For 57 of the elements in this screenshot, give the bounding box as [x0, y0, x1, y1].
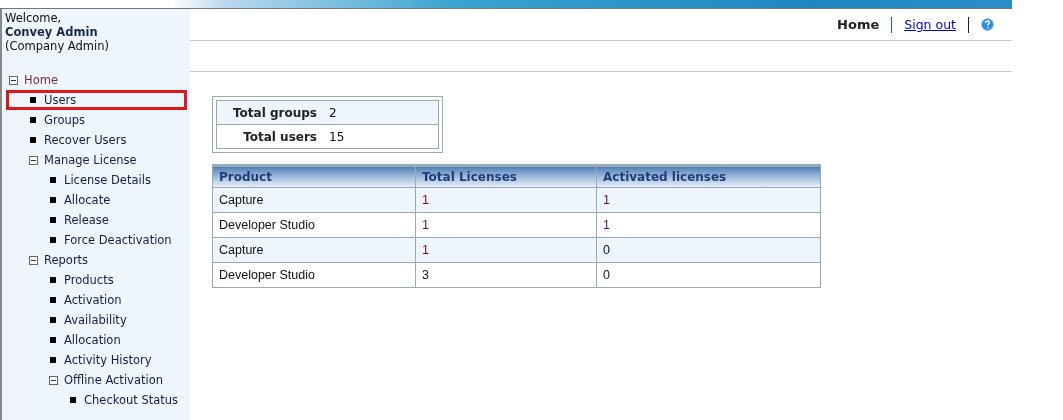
bullet-icon — [50, 337, 56, 343]
table-cell: 3 — [415, 262, 596, 287]
summary-value: 2 — [329, 105, 337, 120]
bullet-icon — [70, 397, 76, 403]
column-header: Product — [213, 167, 415, 187]
table-cell: 0 — [596, 237, 820, 262]
nav-link[interactable]: Force Deactivation — [64, 233, 172, 247]
bullet-icon — [30, 97, 36, 103]
summary-label: Total groups — [232, 105, 317, 120]
collapse-icon[interactable] — [29, 255, 38, 265]
summary-value: 15 — [329, 129, 345, 144]
nav-link[interactable]: Activation — [64, 293, 122, 307]
nav-link[interactable]: Activity History — [64, 353, 152, 367]
table-cell: 0 — [596, 262, 820, 287]
collapse-icon[interactable] — [29, 155, 38, 165]
bullet-icon — [30, 137, 36, 143]
bullet-icon — [50, 277, 56, 283]
nav-link[interactable]: Groups — [44, 113, 85, 127]
column-header: Activated licenses — [596, 167, 820, 187]
home-link[interactable]: Home — [837, 17, 880, 32]
nav-link[interactable]: Manage License — [44, 153, 137, 167]
table-cell: Capture — [213, 187, 415, 212]
count-link[interactable]: 1 — [596, 212, 820, 237]
sign-out-link[interactable]: Sign out — [904, 17, 956, 32]
nav-link[interactable]: Recover Users — [44, 133, 127, 147]
count-link[interactable]: 1 — [415, 237, 596, 262]
bullet-icon — [50, 317, 56, 323]
nav-link[interactable]: Products — [64, 273, 114, 287]
nav-link[interactable]: Allocate — [64, 193, 111, 207]
nav-link[interactable]: Checkout Status — [84, 393, 179, 407]
nav-link[interactable]: License Details — [64, 173, 151, 187]
user-name: Convey Admin — [5, 25, 99, 39]
nav-link[interactable]: Reports — [44, 253, 89, 267]
welcome-text: Welcome, — [5, 11, 63, 25]
nav-link[interactable]: Users — [44, 93, 77, 107]
collapse-icon[interactable] — [9, 75, 18, 85]
count-link[interactable]: 1 — [596, 187, 820, 212]
count-link[interactable]: 1 — [415, 212, 596, 237]
collapse-icon[interactable] — [49, 375, 58, 385]
bullet-icon — [30, 117, 36, 123]
help-icon[interactable] — [981, 18, 994, 31]
nav-link[interactable]: Availability — [64, 313, 127, 327]
nav-link[interactable]: Home — [24, 73, 58, 87]
bullet-icon — [50, 297, 56, 303]
bullet-icon — [50, 237, 56, 243]
nav-link[interactable]: Offline Activation — [64, 373, 163, 387]
bullet-icon — [50, 177, 56, 183]
count-link[interactable]: 1 — [415, 187, 596, 212]
bullet-icon — [50, 197, 56, 203]
bullet-icon — [50, 217, 56, 223]
column-header: Total Licenses — [415, 167, 596, 187]
table-cell: Capture — [213, 237, 415, 262]
bullet-icon — [50, 357, 56, 363]
nav-link[interactable]: Release — [64, 213, 109, 227]
summary-label: Total users — [242, 129, 317, 144]
nav-link[interactable]: Allocation — [64, 333, 121, 347]
user-role: (Company Admin) — [5, 39, 110, 53]
